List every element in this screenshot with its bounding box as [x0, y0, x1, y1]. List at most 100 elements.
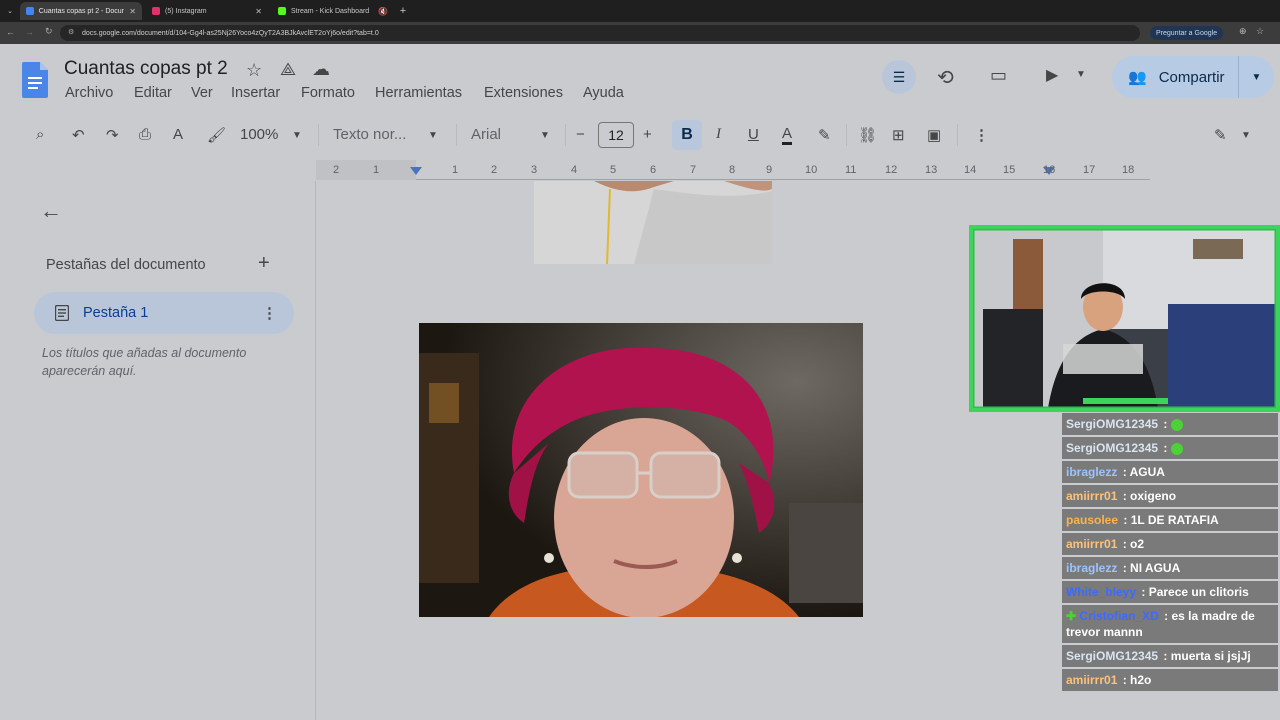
forward-icon[interactable]: → — [25, 27, 34, 37]
redo-icon[interactable]: ↷ — [106, 126, 119, 144]
document-image-main[interactable] — [419, 323, 863, 617]
highlight-icon[interactable]: ✎ — [818, 126, 831, 144]
url-input[interactable]: ⚙ docs.google.com/document/d/104-Gg4l-as… — [60, 25, 1140, 41]
chat-username: White_bleyy — [1066, 585, 1137, 599]
menu-ver[interactable]: Ver — [191, 85, 213, 101]
browser-tab-bar: ⌄ Cuantas copas pt 2 - Document ✕ (5) In… — [0, 0, 1280, 22]
search-icon[interactable]: ⌕ — [36, 126, 44, 143]
chat-username: amiirrr01 — [1066, 673, 1118, 687]
increase-font-size-icon[interactable]: + — [643, 126, 652, 143]
undo-icon[interactable]: ↶ — [72, 126, 85, 144]
bookmark-star-icon[interactable]: ☆ — [1256, 26, 1264, 37]
gemini-icon[interactable]: ☰ — [882, 60, 916, 94]
tab-options-icon[interactable]: ⋮ — [262, 304, 277, 322]
emote-icon — [1170, 418, 1183, 431]
chat-message: pausolee : 1L DE RATAFIA — [1062, 509, 1278, 531]
chat-username: SergiOMG12345 — [1066, 441, 1159, 455]
chevron-down-icon[interactable]: ▼ — [292, 130, 302, 141]
version-history-icon[interactable]: ⟲ — [937, 65, 954, 90]
insert-image-icon[interactable]: ▣ — [927, 126, 941, 144]
menu-herramientas[interactable]: Herramientas — [375, 85, 462, 101]
toolbar-divider — [957, 124, 958, 146]
close-icon[interactable]: ✕ — [129, 7, 136, 16]
chat-username: ibraglezz — [1066, 561, 1118, 575]
chevron-down-icon[interactable]: ▼ — [1238, 56, 1274, 98]
ruler-number: 10 — [805, 164, 818, 176]
tab-search-icon[interactable]: ⌄ — [4, 2, 16, 20]
site-info-icon[interactable]: ⚙ — [68, 28, 74, 36]
tab-item-label: Pestaña 1 — [83, 305, 149, 321]
ruler-number: 7 — [690, 164, 697, 176]
chat-message: amiirrr01 : o2 — [1062, 533, 1278, 555]
browser-tab-docs[interactable]: Cuantas copas pt 2 - Document ✕ — [20, 2, 142, 20]
chat-message: SergiOMG12345 : muerta si jsjJj — [1062, 645, 1278, 667]
chevron-down-icon[interactable]: ▼ — [1241, 130, 1251, 141]
print-icon[interactable]: ⎙ — [139, 126, 151, 143]
menu-extensiones[interactable]: Extensiones — [484, 85, 563, 101]
decrease-font-size-icon[interactable]: − — [576, 126, 585, 143]
mute-icon[interactable]: 🔇 — [378, 7, 388, 16]
comments-icon[interactable]: ▭ — [990, 65, 1007, 86]
link-icon[interactable]: ⛓ — [858, 126, 877, 144]
menu-archivo[interactable]: Archivo — [65, 85, 113, 101]
instagram-favicon-icon — [152, 7, 160, 15]
paint-format-icon[interactable]: 🖌 — [207, 126, 226, 144]
tabs-heading: Pestañas del documento — [46, 257, 206, 273]
bold-icon[interactable]: B — [672, 120, 702, 150]
font-family-select[interactable]: Arial — [471, 126, 501, 143]
meet-camera-icon[interactable]: ▶ — [1046, 65, 1058, 85]
menu-insertar[interactable]: Insertar — [231, 85, 280, 101]
chat-message: amiirrr01 : h2o — [1062, 669, 1278, 691]
streamer-webcam-overlay — [969, 225, 1280, 412]
document-title[interactable]: Cuantas copas pt 2 — [64, 58, 228, 80]
url-text: docs.google.com/document/d/104-Gg4l-as25… — [82, 29, 379, 37]
menu-ayuda[interactable]: Ayuda — [583, 85, 624, 101]
menu-editar[interactable]: Editar — [134, 85, 172, 101]
ruler-number: 17 — [1083, 164, 1096, 176]
chevron-down-icon[interactable]: ▼ — [428, 130, 438, 141]
toolbar-divider — [846, 124, 847, 146]
zoom-select[interactable]: 100% — [240, 126, 278, 143]
spellcheck-icon[interactable]: A — [173, 126, 183, 143]
toolbar-divider — [565, 124, 566, 146]
new-tab-button[interactable]: + — [396, 2, 410, 20]
star-icon[interactable]: ☆ — [246, 60, 262, 81]
chat-username: Cristofian_XD — [1079, 609, 1159, 623]
docs-logo-icon[interactable] — [22, 62, 48, 98]
ruler-number: 12 — [885, 164, 898, 176]
underline-icon[interactable]: U — [748, 126, 759, 143]
browser-tab-kick[interactable]: Stream - Kick Dashboard 🔇 — [272, 2, 394, 20]
tab-item-pestana-1[interactable] — [34, 292, 294, 334]
move-to-drive-icon[interactable]: ⟁ — [280, 59, 296, 80]
back-arrow-icon[interactable]: ← — [40, 198, 62, 224]
share-button[interactable]: 👥 Compartir ▼ — [1112, 56, 1274, 98]
editing-mode-icon[interactable]: ✎ — [1214, 126, 1227, 144]
menu-formato[interactable]: Formato — [301, 85, 355, 101]
chat-text: oxigeno — [1130, 489, 1177, 503]
chat-message: ✚ Cristofian_XD : es la madre de trevor … — [1062, 605, 1278, 643]
paragraph-style-select[interactable]: Texto nor... — [333, 126, 406, 143]
more-options-icon[interactable]: ⋮ — [974, 126, 989, 144]
chat-username: SergiOMG12345 — [1066, 649, 1159, 663]
italic-icon[interactable]: I — [716, 126, 721, 143]
zoom-icon[interactable]: ⊕ — [1239, 26, 1247, 37]
chat-text: h2o — [1130, 673, 1152, 687]
font-size-input[interactable]: 12 — [598, 122, 634, 148]
chat-message: SergiOMG12345 : — [1062, 413, 1278, 435]
reload-icon[interactable]: ↻ — [45, 26, 53, 37]
cloud-saved-icon[interactable]: ☁ — [312, 59, 330, 80]
close-icon[interactable]: ✕ — [255, 7, 262, 16]
people-icon: 👥 — [1128, 69, 1147, 86]
document-image-top[interactable] — [534, 181, 772, 264]
chat-message: White_bleyy : Parece un clitoris — [1062, 581, 1278, 603]
add-tab-icon[interactable]: + — [258, 252, 270, 275]
ask-google-button[interactable]: Preguntar a Google — [1150, 26, 1224, 40]
left-indent-marker[interactable] — [410, 167, 422, 175]
back-icon[interactable]: ← — [6, 27, 15, 37]
chevron-down-icon[interactable]: ▼ — [540, 130, 550, 141]
text-color-icon[interactable]: A — [782, 126, 793, 145]
chevron-down-icon[interactable]: ▼ — [1076, 69, 1086, 80]
browser-tab-instagram[interactable]: (5) Instagram ✕ — [146, 2, 268, 20]
chat-text: Parece un clitoris — [1148, 585, 1249, 599]
add-comment-icon[interactable]: ⊞ — [892, 126, 905, 144]
